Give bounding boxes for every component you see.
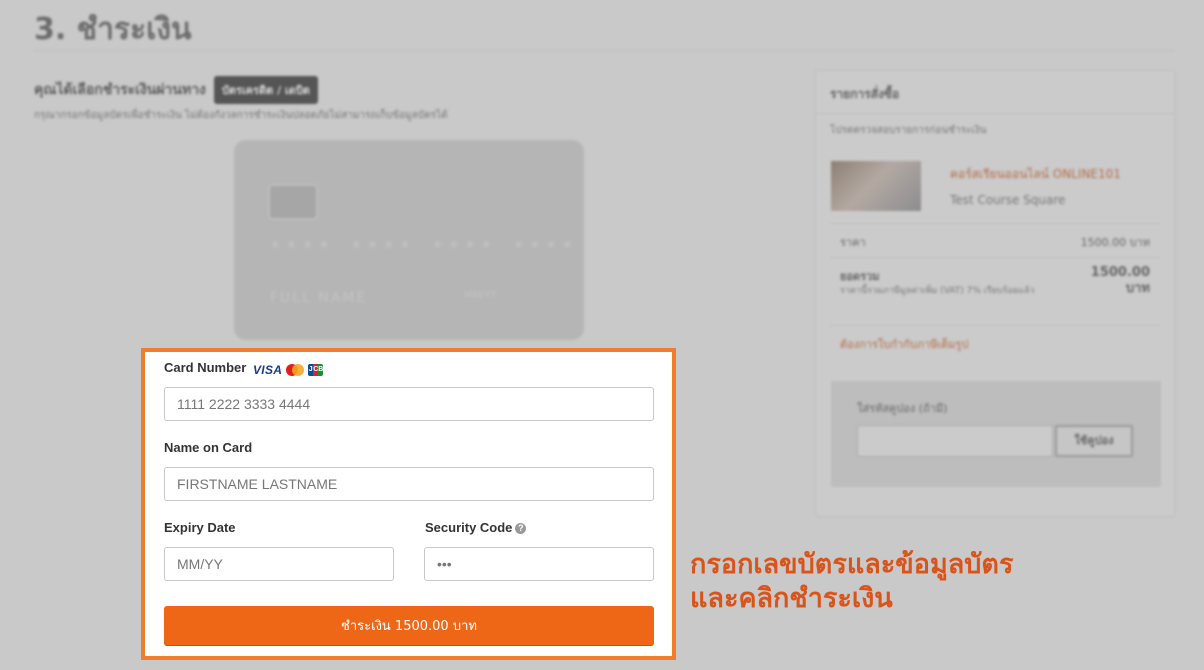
expiry-date-input[interactable] bbox=[164, 547, 394, 581]
card-number-input[interactable] bbox=[164, 387, 654, 421]
mastercard-icon bbox=[286, 364, 305, 376]
instruction-annotation: กรอกเลขบัตรและข้อมูลบัตร และคลิกชำระเงิน bbox=[690, 548, 1013, 616]
divider bbox=[830, 223, 1160, 224]
card-number-label: Card Number bbox=[164, 360, 247, 375]
expiry-date-label: Expiry Date bbox=[164, 520, 236, 535]
total-amount: 1500.00 bbox=[1090, 265, 1150, 280]
credit-card-preview: **** **** **** **** FULL NAME MM/YY bbox=[234, 140, 584, 340]
tax-invoice-link[interactable]: ต้องการใบกำกับภาษีเต็มรูป bbox=[840, 335, 968, 353]
apply-coupon-button[interactable]: ใช้คูปอง bbox=[1055, 425, 1133, 457]
help-icon[interactable]: ? bbox=[515, 523, 527, 535]
instruction-line-2: และคลิกชำระเงิน bbox=[690, 583, 893, 614]
price-label: ราคา bbox=[840, 236, 866, 249]
payment-method-line: คุณได้เลือกชำระเงินผ่านทาง บัตรเครดิต / … bbox=[34, 76, 318, 104]
security-code-input[interactable] bbox=[424, 547, 654, 581]
pay-button[interactable]: ชำระเงิน 1500.00 บาท bbox=[164, 606, 654, 645]
heading-divider bbox=[34, 50, 1174, 51]
price-value: 1500.00 บาท bbox=[1080, 236, 1150, 249]
visa-icon: VISA bbox=[253, 363, 283, 377]
card-holder-name: FULL NAME bbox=[270, 290, 368, 306]
card-number-mask: **** **** **** **** bbox=[270, 238, 579, 258]
security-code-label: Security Code bbox=[425, 520, 513, 535]
name-on-card-label: Name on Card bbox=[164, 440, 253, 455]
divider bbox=[816, 113, 1174, 114]
total-currency: บาท bbox=[1125, 281, 1150, 296]
order-summary-title: รายการสั่งซื้อ bbox=[830, 87, 900, 101]
coupon-box: ใส่รหัสคูปอง (ถ้ามี) ใช้คูปอง bbox=[831, 381, 1161, 487]
card-expiry: MM/YY bbox=[464, 290, 497, 301]
coupon-input[interactable] bbox=[857, 425, 1053, 457]
payment-method-text: คุณได้เลือกชำระเงินผ่านทาง bbox=[34, 82, 206, 98]
page-title: 3. ชำระเงิน bbox=[34, 12, 192, 47]
divider bbox=[830, 257, 1160, 258]
card-payment-form: Card Number VISA JCB Name on Card Expiry… bbox=[141, 348, 676, 660]
total-value: 1500.00 บาท bbox=[1091, 265, 1150, 297]
jcb-icon: JCB bbox=[308, 364, 324, 376]
card-brand-icons: VISA JCB bbox=[253, 363, 324, 377]
card-chip-icon bbox=[268, 184, 318, 220]
coupon-label: ใส่รหัสคูปอง (ถ้ามี) bbox=[857, 402, 948, 415]
security-code-label-wrap: Security Code? bbox=[425, 520, 527, 535]
order-summary-panel: รายการสั่งซื้อ โปรดตรวจสอบรายการก่อนชำระ… bbox=[815, 70, 1175, 517]
course-name-link[interactable]: คอร์สเรียนออนไลน์ ONLINE101 bbox=[950, 165, 1121, 184]
course-thumbnail bbox=[831, 161, 921, 211]
instruction-line-1: กรอกเลขบัตรและข้อมูลบัตร bbox=[690, 549, 1014, 580]
name-on-card-input[interactable] bbox=[164, 467, 654, 501]
payment-method-badge: บัตรเครดิต / เดบิต bbox=[213, 76, 318, 104]
course-subtitle: Test Course Square bbox=[950, 193, 1066, 207]
order-summary-note: โปรดตรวจสอบรายการก่อนชำระเงิน bbox=[830, 125, 987, 136]
payment-method-hint: กรุณากรอกข้อมูลบัตรเพื่อชำระเงิน ไม่ต้อง… bbox=[34, 110, 448, 121]
divider bbox=[830, 325, 1160, 326]
total-note: ราคานี้รวมภาษีมูลค่าเพิ่ม (VAT) 7% เรียบ… bbox=[840, 286, 1035, 296]
